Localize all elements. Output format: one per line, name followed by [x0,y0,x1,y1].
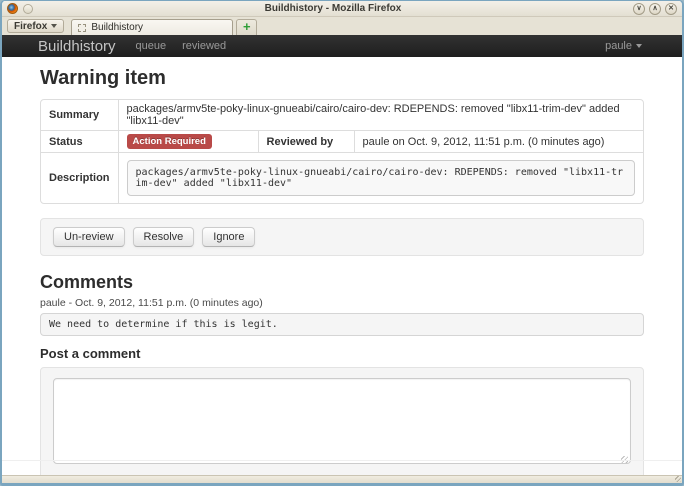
table-row-description: Description packages/armv5te-poky-linux-… [41,152,643,203]
browser-window: Buildhistory - Mozilla Firefox ∨ ∧ ✕ Fir… [0,0,684,486]
user-menu[interactable]: paule [605,40,642,52]
table-row-summary: Summary packages/armv5te-poky-linux-gnue… [41,100,643,130]
warning-detail-table: Summary packages/armv5te-poky-linux-gnue… [40,99,644,204]
user-name: paule [605,40,632,52]
description-code: packages/armv5te-poky-linux-gnueabi/cair… [127,160,635,196]
nav-link-reviewed[interactable]: reviewed [182,40,226,52]
minimize-button[interactable]: ∨ [633,3,645,15]
summary-label: Summary [41,100,118,130]
status-badge: Action Required [127,134,212,149]
status-cell: Action Required [118,130,258,152]
caret-down-icon [636,44,642,48]
window-title: Buildhistory - Mozilla Firefox [33,3,633,14]
ignore-button[interactable]: Ignore [202,227,255,247]
browser-viewport: Warning item Summary packages/armv5te-po… [2,57,682,475]
firefox-logo-icon [7,3,18,14]
nav-link-queue[interactable]: queue [136,40,167,52]
page-title: Warning item [40,67,644,90]
post-comment-well: Post [40,367,644,475]
titlebar: Buildhistory - Mozilla Firefox ∨ ∧ ✕ [2,1,682,17]
summary-value: packages/armv5te-poky-linux-gnueabi/cair… [118,100,643,130]
new-tab-button[interactable]: + [236,19,257,35]
unreview-button[interactable]: Un-review [53,227,125,247]
window-resize-grip-icon[interactable] [675,476,681,482]
maximize-button[interactable]: ∧ [649,3,661,15]
table-row-status: Status Action Required Reviewed by paule… [41,130,643,152]
comment-text: We need to determine if this is legit. [40,313,644,336]
description-label: Description [41,152,118,203]
resolve-button[interactable]: Resolve [133,227,195,247]
navbar-brand[interactable]: Buildhistory [38,38,116,55]
action-bar: Un-review Resolve Ignore [40,218,644,256]
tab-title: Buildhistory [91,22,143,33]
tab-buildhistory[interactable]: Buildhistory [71,19,233,35]
close-button[interactable]: ✕ [665,3,677,15]
description-cell: packages/armv5te-poky-linux-gnueabi/cair… [118,152,643,203]
comment-input[interactable] [53,378,631,464]
textarea-wrapper [53,378,631,469]
addon-bar [2,475,682,483]
page-bottom-divider [2,460,682,461]
window-controls: ∨ ∧ ✕ [633,3,677,15]
tab-favicon-icon [78,24,86,32]
status-label: Status [41,130,118,152]
page-content: Warning item Summary packages/armv5te-po… [2,57,682,475]
app-navbar: Buildhistory queue reviewed paule [2,35,682,57]
reviewed-by-value: paule on Oct. 9, 2012, 11:51 p.m. (0 min… [354,130,643,152]
tab-strip: Firefox Buildhistory + [2,17,682,35]
reviewed-by-label: Reviewed by [258,130,354,152]
chevron-down-icon [51,24,57,28]
firefox-menu-label: Firefox [14,21,47,32]
comment-meta: paule - Oct. 9, 2012, 11:51 p.m. (0 minu… [40,297,644,309]
comments-title: Comments [40,272,644,293]
post-comment-title: Post a comment [40,346,644,361]
window-menu-icon[interactable] [23,4,33,14]
firefox-menu-button[interactable]: Firefox [7,19,64,33]
